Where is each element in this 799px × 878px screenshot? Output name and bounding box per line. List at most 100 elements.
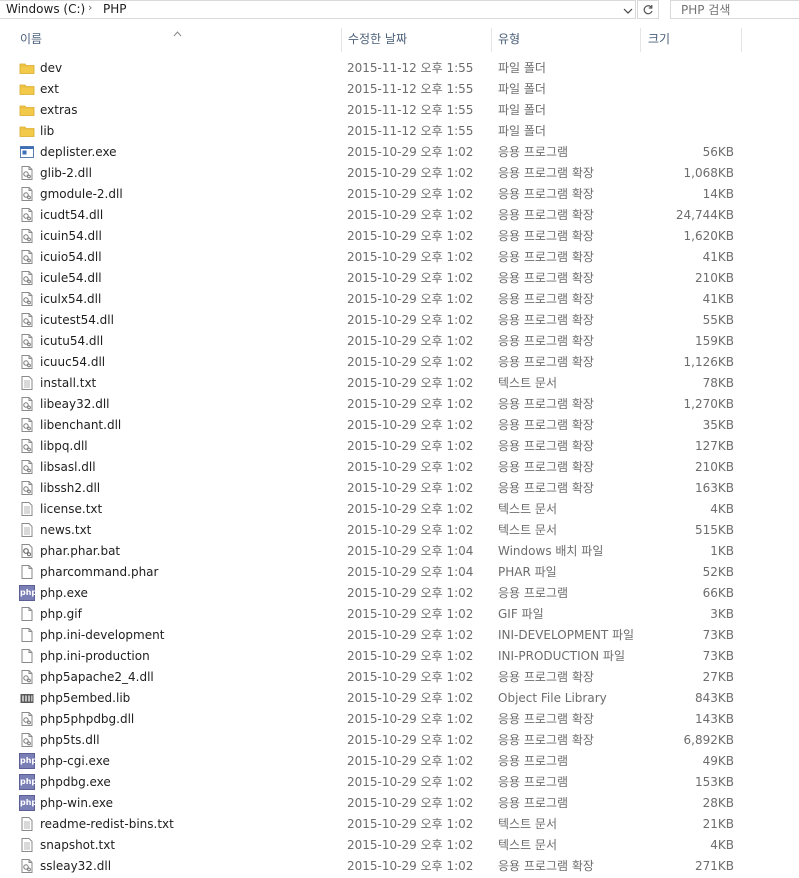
file-row[interactable]: php5apache2_4.dll 2015-10-29 오후 1:02 응용 프로… xyxy=(0,667,799,688)
file-row[interactable]: dev 2015-11-12 오후 1:55 파일 폴더 xyxy=(0,58,799,79)
file-row[interactable]: php php-cgi.exe 2015-10-29 오후 1:02 응용 프로그램 4… xyxy=(0,751,799,772)
lib-file-icon xyxy=(19,690,35,706)
file-name: icutu54.dll xyxy=(40,334,104,348)
refresh-icon xyxy=(643,4,653,14)
file-row[interactable]: ext 2015-11-12 오후 1:55 파일 폴더 xyxy=(0,79,799,100)
column-header-name[interactable]: 이름 xyxy=(20,26,42,52)
file-row[interactable]: php php.exe 2015-10-29 오후 1:02 응용 프로그램 66KB xyxy=(0,583,799,604)
column-divider[interactable] xyxy=(341,28,342,52)
file-row[interactable]: icuio54.dll 2015-10-29 오후 1:02 응용 프로그램 확장 4… xyxy=(0,247,799,268)
file-row[interactable]: gmodule-2.dll 2015-10-29 오후 1:02 응용 프로그램 확… xyxy=(0,184,799,205)
file-date: 2015-10-29 오후 1:02 xyxy=(347,250,474,264)
file-row[interactable]: libenchant.dll 2015-10-29 오후 1:02 응용 프로그램 … xyxy=(0,415,799,436)
file-size: 41KB xyxy=(702,292,734,306)
file-row[interactable]: php5phpdbg.dll 2015-10-29 오후 1:02 응용 프로그램 … xyxy=(0,709,799,730)
file-name: phpdbg.exe xyxy=(40,775,111,789)
file-row[interactable]: lib 2015-11-12 오후 1:55 파일 폴더 xyxy=(0,121,799,142)
file-row[interactable]: icutest54.dll 2015-10-29 오후 1:02 응용 프로그램 확… xyxy=(0,310,799,331)
file-row[interactable]: icule54.dll 2015-10-29 오후 1:02 응용 프로그램 확장 2… xyxy=(0,268,799,289)
folder-icon xyxy=(19,60,35,76)
file-row[interactable]: icutu54.dll 2015-10-29 오후 1:02 응용 프로그램 확장 1… xyxy=(0,331,799,352)
search-input[interactable] xyxy=(670,0,799,19)
blank-file-icon xyxy=(19,627,35,643)
file-type: 텍스트 문서 xyxy=(498,376,558,390)
file-date: 2015-10-29 오후 1:02 xyxy=(347,817,474,831)
file-size: 127KB xyxy=(694,439,734,453)
breadcrumb[interactable]: Windows (C:) › PHP xyxy=(0,0,636,19)
chevron-down-icon[interactable] xyxy=(619,1,636,20)
file-date: 2015-10-29 오후 1:02 xyxy=(347,187,474,201)
crumb-drive[interactable]: Windows (C:) xyxy=(6,2,85,16)
file-row[interactable]: php.ini-production 2015-10-29 오후 1:02 INI-… xyxy=(0,646,799,667)
file-date: 2015-11-12 오후 1:55 xyxy=(347,103,474,117)
file-type: 응용 프로그램 확장 xyxy=(498,418,594,432)
file-row[interactable]: libpq.dll 2015-10-29 오후 1:02 응용 프로그램 확장 127… xyxy=(0,436,799,457)
column-header-size[interactable]: 크기 xyxy=(648,26,670,52)
file-row[interactable]: snapshot.txt 2015-10-29 오후 1:02 텍스트 문서 4KB xyxy=(0,835,799,856)
file-row[interactable]: php.ini-development 2015-10-29 오후 1:02 INI… xyxy=(0,625,799,646)
file-size: 52KB xyxy=(702,565,734,579)
file-date: 2015-11-12 오후 1:55 xyxy=(347,124,474,138)
file-row[interactable]: deplister.exe 2015-10-29 오후 1:02 응용 프로그램 56… xyxy=(0,142,799,163)
column-header-date[interactable]: 수정한 날짜 xyxy=(348,26,407,52)
file-name: news.txt xyxy=(40,523,92,537)
file-date: 2015-10-29 오후 1:02 xyxy=(347,628,474,642)
crumb-folder[interactable]: PHP xyxy=(103,2,127,16)
file-size: 28KB xyxy=(702,796,734,810)
file-row[interactable]: extras 2015-11-12 오후 1:55 파일 폴더 xyxy=(0,100,799,121)
file-name: license.txt xyxy=(40,502,103,516)
file-type: PHAR 파일 xyxy=(498,565,557,579)
file-row[interactable]: readme-redist-bins.txt 2015-10-29 오후 1:02… xyxy=(0,814,799,835)
file-row[interactable]: ssleay32.dll 2015-10-29 오후 1:02 응용 프로그램 확장… xyxy=(0,856,799,877)
file-row[interactable]: libsasl.dll 2015-10-29 오후 1:02 응용 프로그램 확장 2… xyxy=(0,457,799,478)
file-row[interactable]: php phpdbg.exe 2015-10-29 오후 1:02 응용 프로그램 15… xyxy=(0,772,799,793)
file-date: 2015-10-29 오후 1:02 xyxy=(347,649,474,663)
column-divider[interactable] xyxy=(640,28,641,52)
file-row[interactable]: glib-2.dll 2015-10-29 오후 1:02 응용 프로그램 확장 1,… xyxy=(0,163,799,184)
file-date: 2015-10-29 오후 1:02 xyxy=(347,775,474,789)
file-size: 6,892KB xyxy=(683,733,734,747)
file-row[interactable]: php.gif 2015-10-29 오후 1:02 GIF 파일 3KB xyxy=(0,604,799,625)
file-type: 응용 프로그램 확장 xyxy=(498,670,594,684)
file-name: lib xyxy=(40,124,55,138)
file-name: icuin54.dll xyxy=(40,229,102,243)
file-row[interactable]: icuuc54.dll 2015-10-29 오후 1:02 응용 프로그램 확장 1… xyxy=(0,352,799,373)
file-date: 2015-10-29 오후 1:02 xyxy=(347,208,474,222)
file-date: 2015-10-29 오후 1:04 xyxy=(347,565,474,579)
file-row[interactable]: php5embed.lib 2015-10-29 오후 1:02 Object Fi… xyxy=(0,688,799,709)
file-name: pharcommand.phar xyxy=(40,565,159,579)
column-header-type[interactable]: 유형 xyxy=(498,26,520,52)
file-row[interactable]: phar.phar.bat 2015-10-29 오후 1:04 Windows 배… xyxy=(0,541,799,562)
file-row[interactable]: php php-win.exe 2015-10-29 오후 1:02 응용 프로그램 2… xyxy=(0,793,799,814)
file-size: 1,270KB xyxy=(683,397,734,411)
file-row[interactable]: icuin54.dll 2015-10-29 오후 1:02 응용 프로그램 확장 1… xyxy=(0,226,799,247)
dll-icon xyxy=(19,312,35,328)
php-icon: php xyxy=(19,774,37,790)
file-size: 843KB xyxy=(694,691,734,705)
file-row[interactable]: license.txt 2015-10-29 오후 1:02 텍스트 문서 4KB xyxy=(0,499,799,520)
dll-icon xyxy=(19,732,35,748)
file-row[interactable]: iculx54.dll 2015-10-29 오후 1:02 응용 프로그램 확장 4… xyxy=(0,289,799,310)
file-row[interactable]: icudt54.dll 2015-10-29 오후 1:02 응용 프로그램 확장 2… xyxy=(0,205,799,226)
file-row[interactable]: libeay32.dll 2015-10-29 오후 1:02 응용 프로그램 확장… xyxy=(0,394,799,415)
file-name: php.ini-production xyxy=(40,649,150,663)
file-row[interactable]: news.txt 2015-10-29 오후 1:02 텍스트 문서 515KB xyxy=(0,520,799,541)
dll-icon xyxy=(19,459,35,475)
column-divider[interactable] xyxy=(741,28,742,52)
file-row[interactable]: php5ts.dll 2015-10-29 오후 1:02 응용 프로그램 확장 6,… xyxy=(0,730,799,751)
file-type: 응용 프로그램 확장 xyxy=(498,313,594,327)
file-type: 응용 프로그램 확장 xyxy=(498,229,594,243)
crumb-separator-icon: › xyxy=(88,1,93,14)
file-size: 78KB xyxy=(702,376,734,390)
column-divider[interactable] xyxy=(491,28,492,52)
file-date: 2015-10-29 오후 1:02 xyxy=(347,586,474,600)
file-type: 응용 프로그램 확장 xyxy=(498,250,594,264)
file-row[interactable]: pharcommand.phar 2015-10-29 오후 1:04 PHAR 파… xyxy=(0,562,799,583)
file-row[interactable]: install.txt 2015-10-29 오후 1:02 텍스트 문서 78KB xyxy=(0,373,799,394)
file-date: 2015-10-29 오후 1:02 xyxy=(347,355,474,369)
file-row[interactable]: libssh2.dll 2015-10-29 오후 1:02 응용 프로그램 확장 1… xyxy=(0,478,799,499)
file-date: 2015-10-29 오후 1:02 xyxy=(347,229,474,243)
file-date: 2015-11-12 오후 1:55 xyxy=(347,61,474,75)
refresh-button[interactable] xyxy=(637,0,659,19)
file-date: 2015-10-29 오후 1:02 xyxy=(347,796,474,810)
